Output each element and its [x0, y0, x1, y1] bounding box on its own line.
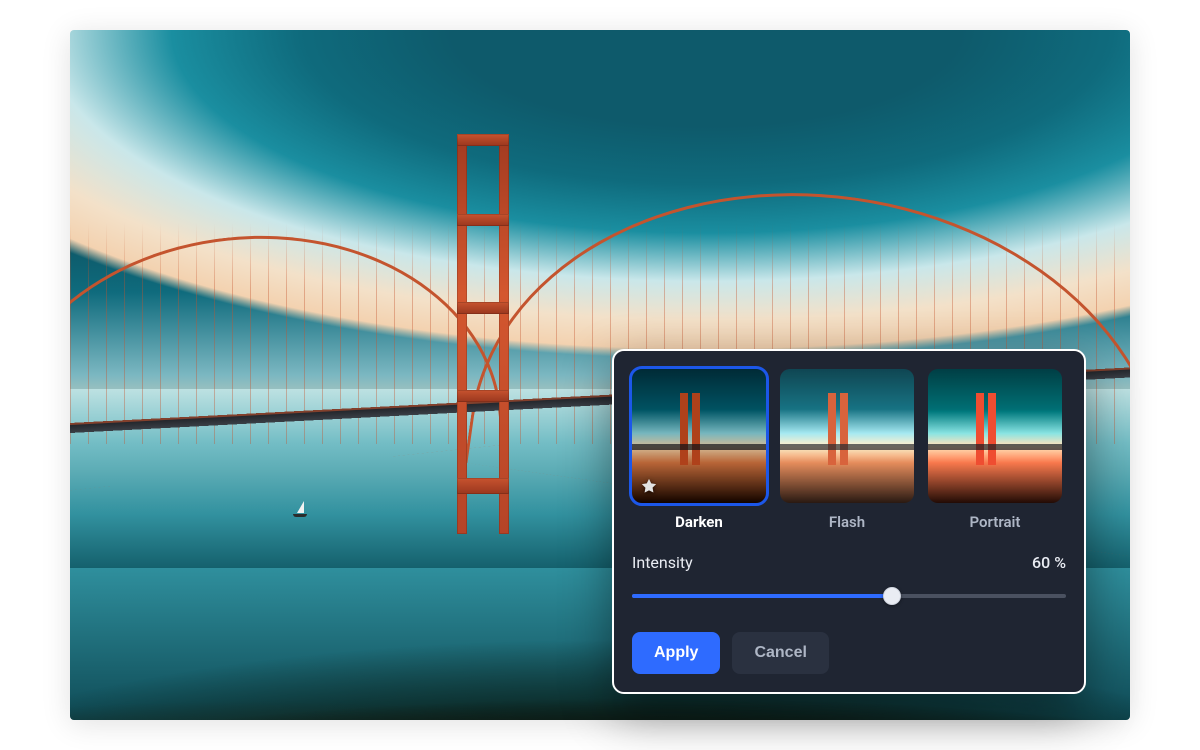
- intensity-slider[interactable]: [632, 582, 1066, 610]
- filter-thumb-row: Darken Flash Portrait: [632, 369, 1066, 531]
- cancel-button[interactable]: Cancel: [732, 632, 828, 674]
- star-icon: [640, 477, 658, 495]
- filter-label: Portrait: [970, 513, 1021, 531]
- filter-option-flash[interactable]: Flash: [780, 369, 914, 531]
- filter-thumb-flash[interactable]: [780, 369, 914, 503]
- intensity-label: Intensity: [632, 553, 693, 572]
- filter-label: Flash: [829, 513, 865, 531]
- filter-thumb-portrait[interactable]: [928, 369, 1062, 503]
- filter-panel: Darken Flash Portrait Intensity 60 % Apply…: [612, 349, 1086, 694]
- intensity-value: 60 %: [1032, 553, 1066, 572]
- filter-option-darken[interactable]: Darken: [632, 369, 766, 531]
- filter-label: Darken: [675, 513, 723, 531]
- apply-button[interactable]: Apply: [632, 632, 720, 674]
- panel-actions: Apply Cancel: [632, 632, 1066, 674]
- filter-option-portrait[interactable]: Portrait: [928, 369, 1062, 531]
- editor-stage: Darken Flash Portrait Intensity 60 % Apply…: [0, 0, 1200, 750]
- slider-knob[interactable]: [883, 587, 901, 605]
- filter-thumb-darken[interactable]: [632, 369, 766, 503]
- slider-track-fill: [632, 594, 892, 598]
- photo-canvas[interactable]: Darken Flash Portrait Intensity 60 % Apply…: [70, 30, 1130, 720]
- intensity-slider-row: Intensity 60 %: [632, 553, 1066, 610]
- sailboat: [293, 499, 311, 517]
